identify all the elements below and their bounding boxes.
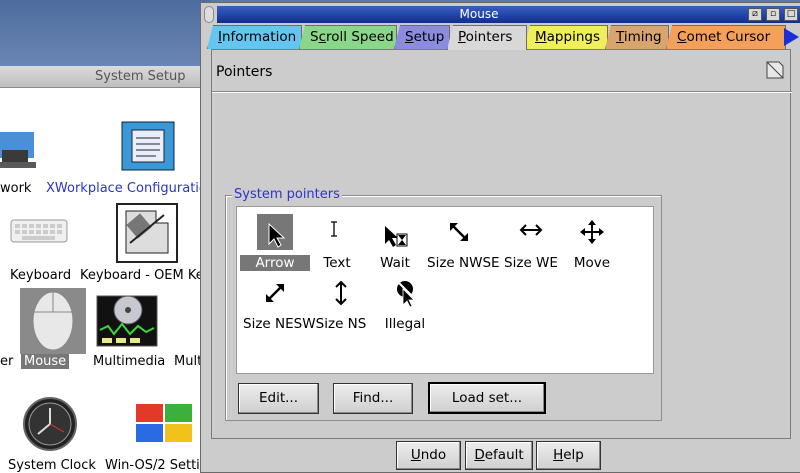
pointer-label: Size WE [504, 255, 558, 271]
page-corner-icon[interactable] [765, 60, 785, 80]
pointer-illegal[interactable]: Illegal [373, 275, 437, 335]
tab-pointers-label: Pointers [458, 29, 513, 45]
pointer-move[interactable]: Move [560, 214, 624, 274]
tab-setup[interactable]: Setup [394, 25, 450, 49]
move-pointer-icon [580, 220, 604, 244]
system-setup-title: System Setup [95, 69, 186, 84]
pointer-label: Wait [380, 255, 410, 271]
desktop-background [0, 0, 210, 66]
tab-comet-cursor[interactable]: Comet Cursor [666, 25, 786, 49]
page-divider [212, 91, 792, 93]
window-titlebar[interactable]: Mouse ⧄ ▫ □ [217, 6, 800, 23]
system-setup-titlebar[interactable]: System Setup [0, 66, 210, 88]
tab-timing[interactable]: Timing [605, 25, 669, 49]
size-nwse-pointer-icon [450, 223, 468, 241]
pointer-label: Illegal [384, 316, 426, 332]
bg-item-xworkplace-label[interactable]: XWorkplace Configuratio [46, 181, 207, 196]
system-pointers-group: System pointers Arrow Text Wait Size NWS… [225, 187, 662, 421]
minimize-button[interactable]: ▫ [766, 8, 780, 21]
bg-item-clock-label[interactable]: System Clock [8, 458, 96, 473]
multimedia-icon[interactable] [96, 290, 158, 350]
maximize-button[interactable]: □ [784, 8, 798, 21]
tab-scroll-right-icon[interactable] [784, 28, 799, 46]
bg-item-keyboard-oem-label[interactable]: Keyboard - OEM Ke [80, 268, 204, 283]
bg-item-multimedia-2-label[interactable]: Mult [174, 354, 202, 369]
pointers-page: Pointers System pointers Arrow Text Wait… [211, 49, 792, 439]
tab-timing-label: Timing [616, 29, 662, 45]
bg-item-win-os2-label[interactable]: Win-OS/2 Setti [105, 458, 200, 473]
mouse-icon[interactable] [30, 290, 76, 352]
mouse-settings-window: Mouse ⧄ ▫ □ Information Scroll Speed Set… [200, 2, 800, 473]
edit-button[interactable]: Edit... [238, 383, 319, 414]
tab-mappings-label: Mappings [535, 29, 600, 45]
bg-item-mouse-label[interactable]: Mouse [21, 354, 70, 369]
restore-button[interactable]: ⧄ [748, 8, 762, 21]
group-label: System pointers [232, 187, 342, 202]
system-setup-window: System Setup work XWorkplace Configurati… [0, 66, 210, 473]
ibeam-pointer-icon [331, 221, 337, 237]
pointer-size-we[interactable]: Size WE [499, 214, 563, 274]
tab-scroll-speed-label: Scroll Speed [310, 29, 394, 45]
pointer-size-nesw[interactable]: Size NESW [243, 275, 316, 335]
size-ns-pointer-icon [335, 280, 347, 306]
help-button-label: Help [553, 447, 584, 463]
arrow-pointer-icon [257, 214, 293, 250]
clock-icon[interactable] [22, 396, 78, 452]
pointer-label: Move [573, 255, 611, 271]
xworkplace-config-icon[interactable] [120, 120, 176, 172]
load-set-button[interactable]: Load set... [428, 382, 546, 414]
system-setup-content: work XWorkplace Configuratio Keyboard Ke… [0, 88, 210, 473]
network-icon[interactable] [0, 126, 40, 172]
pointer-text[interactable]: Text [305, 214, 369, 274]
bg-item-printer-label[interactable]: er [0, 354, 13, 369]
size-we-pointer-icon [519, 224, 543, 236]
win-os2-icon[interactable] [136, 404, 192, 442]
undo-button[interactable]: Undo [396, 441, 461, 470]
keyboard-icon[interactable] [10, 216, 68, 246]
tab-information-label: Information [218, 29, 297, 45]
pointer-size-ns[interactable]: Size NS [309, 275, 373, 335]
bg-item-network-label[interactable]: work [0, 181, 31, 196]
default-button[interactable]: Default [465, 441, 533, 470]
tab-information[interactable]: Information [207, 25, 302, 49]
window-title: Mouse [459, 7, 499, 21]
pointer-label: Size NS [315, 316, 367, 332]
bg-item-multimedia-label[interactable]: Multimedia [93, 354, 165, 369]
size-nesw-pointer-icon [266, 284, 284, 302]
find-button[interactable]: Find... [333, 383, 413, 414]
wait-pointer-icon [385, 226, 408, 247]
illegal-pointer-icon [397, 281, 415, 308]
tab-comet-cursor-label: Comet Cursor [677, 29, 771, 45]
pointer-label: Text [323, 255, 351, 271]
keyboard-oem-icon[interactable] [116, 203, 178, 263]
tab-pointers[interactable]: Pointers [447, 25, 527, 50]
undo-button-label: Undo [410, 447, 447, 463]
pointer-label: Arrow [240, 255, 310, 271]
notebook-tabs: Information Scroll Speed Setup Pointers … [201, 25, 800, 50]
page-title: Pointers [216, 64, 273, 80]
pointer-arrow[interactable]: Arrow [240, 214, 310, 274]
help-button[interactable]: Help [536, 441, 601, 470]
tab-setup-label: Setup [405, 29, 445, 45]
pointer-wait[interactable]: Wait [363, 214, 427, 274]
tab-mappings[interactable]: Mappings [524, 25, 608, 49]
bg-item-keyboard-label[interactable]: Keyboard [10, 268, 71, 283]
pointer-label: Size NESW [243, 316, 316, 332]
pointer-label: Size NWSE [427, 255, 500, 271]
system-menu-icon[interactable] [204, 6, 214, 23]
pointer-size-nwse[interactable]: Size NWSE [427, 214, 500, 274]
pointer-list[interactable]: Arrow Text Wait Size NWSE Size WE Move S… [236, 206, 654, 374]
default-button-label: Default [474, 447, 524, 463]
tab-scroll-speed[interactable]: Scroll Speed [299, 25, 397, 49]
